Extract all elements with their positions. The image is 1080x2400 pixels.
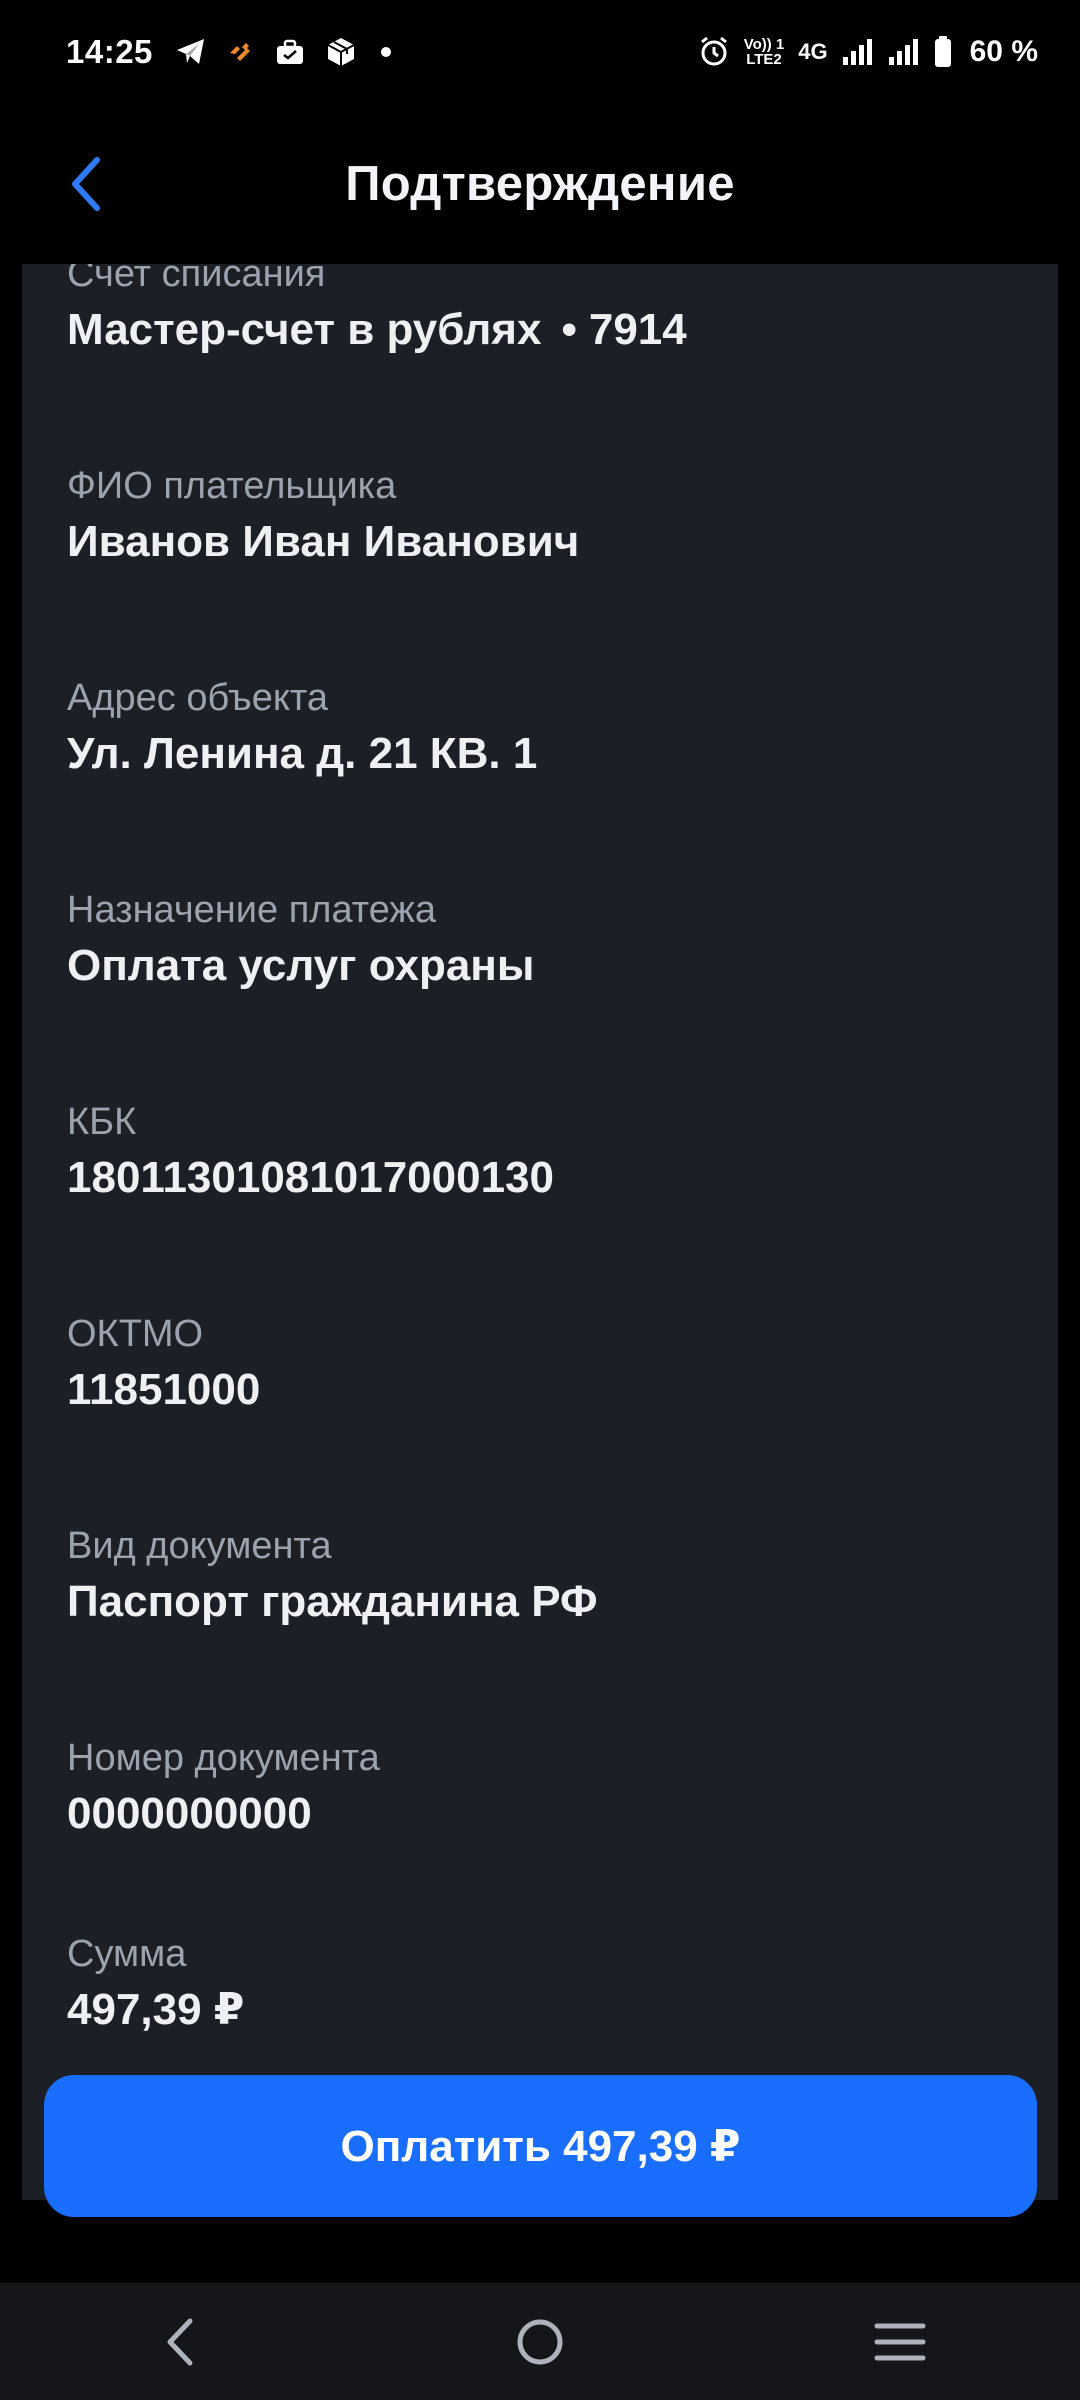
separator-dot: • — [561, 305, 577, 354]
field-value: Мастер-счет в рублях • 7914 — [67, 302, 1028, 358]
alarm-icon — [698, 36, 730, 68]
field-value: 0000000000 — [67, 1789, 312, 1838]
field-label: Сумма — [67, 1933, 187, 1975]
network-type-label: 4G — [798, 39, 828, 64]
field-value: 18011301081017000130 — [67, 1153, 554, 1202]
battery-percentage: 60 % — [969, 35, 1038, 68]
status-bar: 14:25 Vo)) 1 LTE2 4G 60 % — [0, 0, 1080, 104]
field-object-address: Адрес объекта Ул. Ленина д. 21 КВ. 1 — [67, 676, 1028, 782]
volte-bottom-label: LTE2 — [746, 51, 782, 68]
nav-home-icon — [517, 2319, 563, 2364]
field-value: 497,39 ₽ — [67, 1985, 245, 2034]
page-title: Подтверждение — [345, 157, 735, 211]
nav-back-icon — [167, 2318, 193, 2365]
field-amount: Сумма 497,39 ₽ — [67, 1932, 1028, 2038]
field-value: Иванов Иван Иванович — [67, 517, 580, 566]
signal-icon — [888, 38, 920, 66]
status-time: 14:25 — [66, 33, 153, 70]
pay-button[interactable]: Оплатить 497,39 ₽ — [44, 2075, 1037, 2217]
chevron-left-icon — [72, 157, 100, 211]
field-label: Вид документа — [67, 1525, 332, 1567]
field-label: Счет списания — [67, 264, 326, 295]
field-value: 11851000 — [67, 1365, 261, 1414]
field-document-number: Номер документа 0000000000 — [67, 1736, 1028, 1842]
header: Подтверждение — [0, 104, 1080, 264]
field-label: Номер документа — [67, 1737, 380, 1779]
battery-icon — [934, 36, 952, 68]
telegram-icon — [175, 37, 207, 67]
field-value: Оплата услуг охраны — [67, 941, 535, 990]
nav-back-button[interactable] — [120, 2292, 240, 2392]
nav-menu-icon — [874, 2323, 926, 2360]
field-label: ФИО плательщика — [67, 465, 397, 507]
field-kbk: КБК 18011301081017000130 — [67, 1100, 1028, 1206]
status-right: Vo)) 1 LTE2 4G 60 % — [698, 35, 1038, 69]
package-icon — [325, 36, 357, 68]
field-payer-name: ФИО плательщика Иванов Иван Иванович — [67, 464, 1028, 570]
screen: 14:25 Vo)) 1 LTE2 4G 60 % Подтверждение … — [0, 0, 1080, 2400]
field-value: Паспорт гражданина РФ — [67, 1577, 598, 1626]
field-value: Ул. Ленина д. 21 КВ. 1 — [67, 729, 538, 778]
field-label: ОКТМО — [67, 1313, 204, 1355]
field-label: КБК — [67, 1101, 137, 1143]
details-card[interactable]: Счет списания Мастер-счет в рублях • 7914 … — [22, 264, 1058, 2200]
signal-icon — [842, 38, 874, 66]
field-document-type: Вид документа Паспорт гражданина РФ — [67, 1524, 1028, 1630]
field-label: Назначение платежа — [67, 889, 436, 931]
field-oktmo: ОКТМО 11851000 — [67, 1312, 1028, 1418]
nav-home-button[interactable] — [480, 2292, 600, 2392]
field-payment-purpose: Назначение платежа Оплата услуг охраны — [67, 888, 1028, 994]
field-debit-account: Счет списания Мастер-счет в рублях • 7914 — [67, 264, 1028, 358]
status-left: 14:25 — [66, 33, 391, 71]
field-label: Адрес объекта — [67, 677, 329, 719]
briefcase-icon — [275, 38, 305, 66]
account-number: 7914 — [588, 305, 687, 354]
notification-dot-icon — [380, 47, 391, 57]
volte-indicator: Vo)) 1 LTE2 — [744, 37, 785, 67]
system-nav-bar — [0, 2283, 1080, 2400]
app-notification-icon — [227, 39, 255, 65]
back-button[interactable] — [50, 134, 120, 234]
nav-menu-button[interactable] — [840, 2292, 960, 2392]
account-name: Мастер-счет в рублях — [67, 305, 542, 354]
